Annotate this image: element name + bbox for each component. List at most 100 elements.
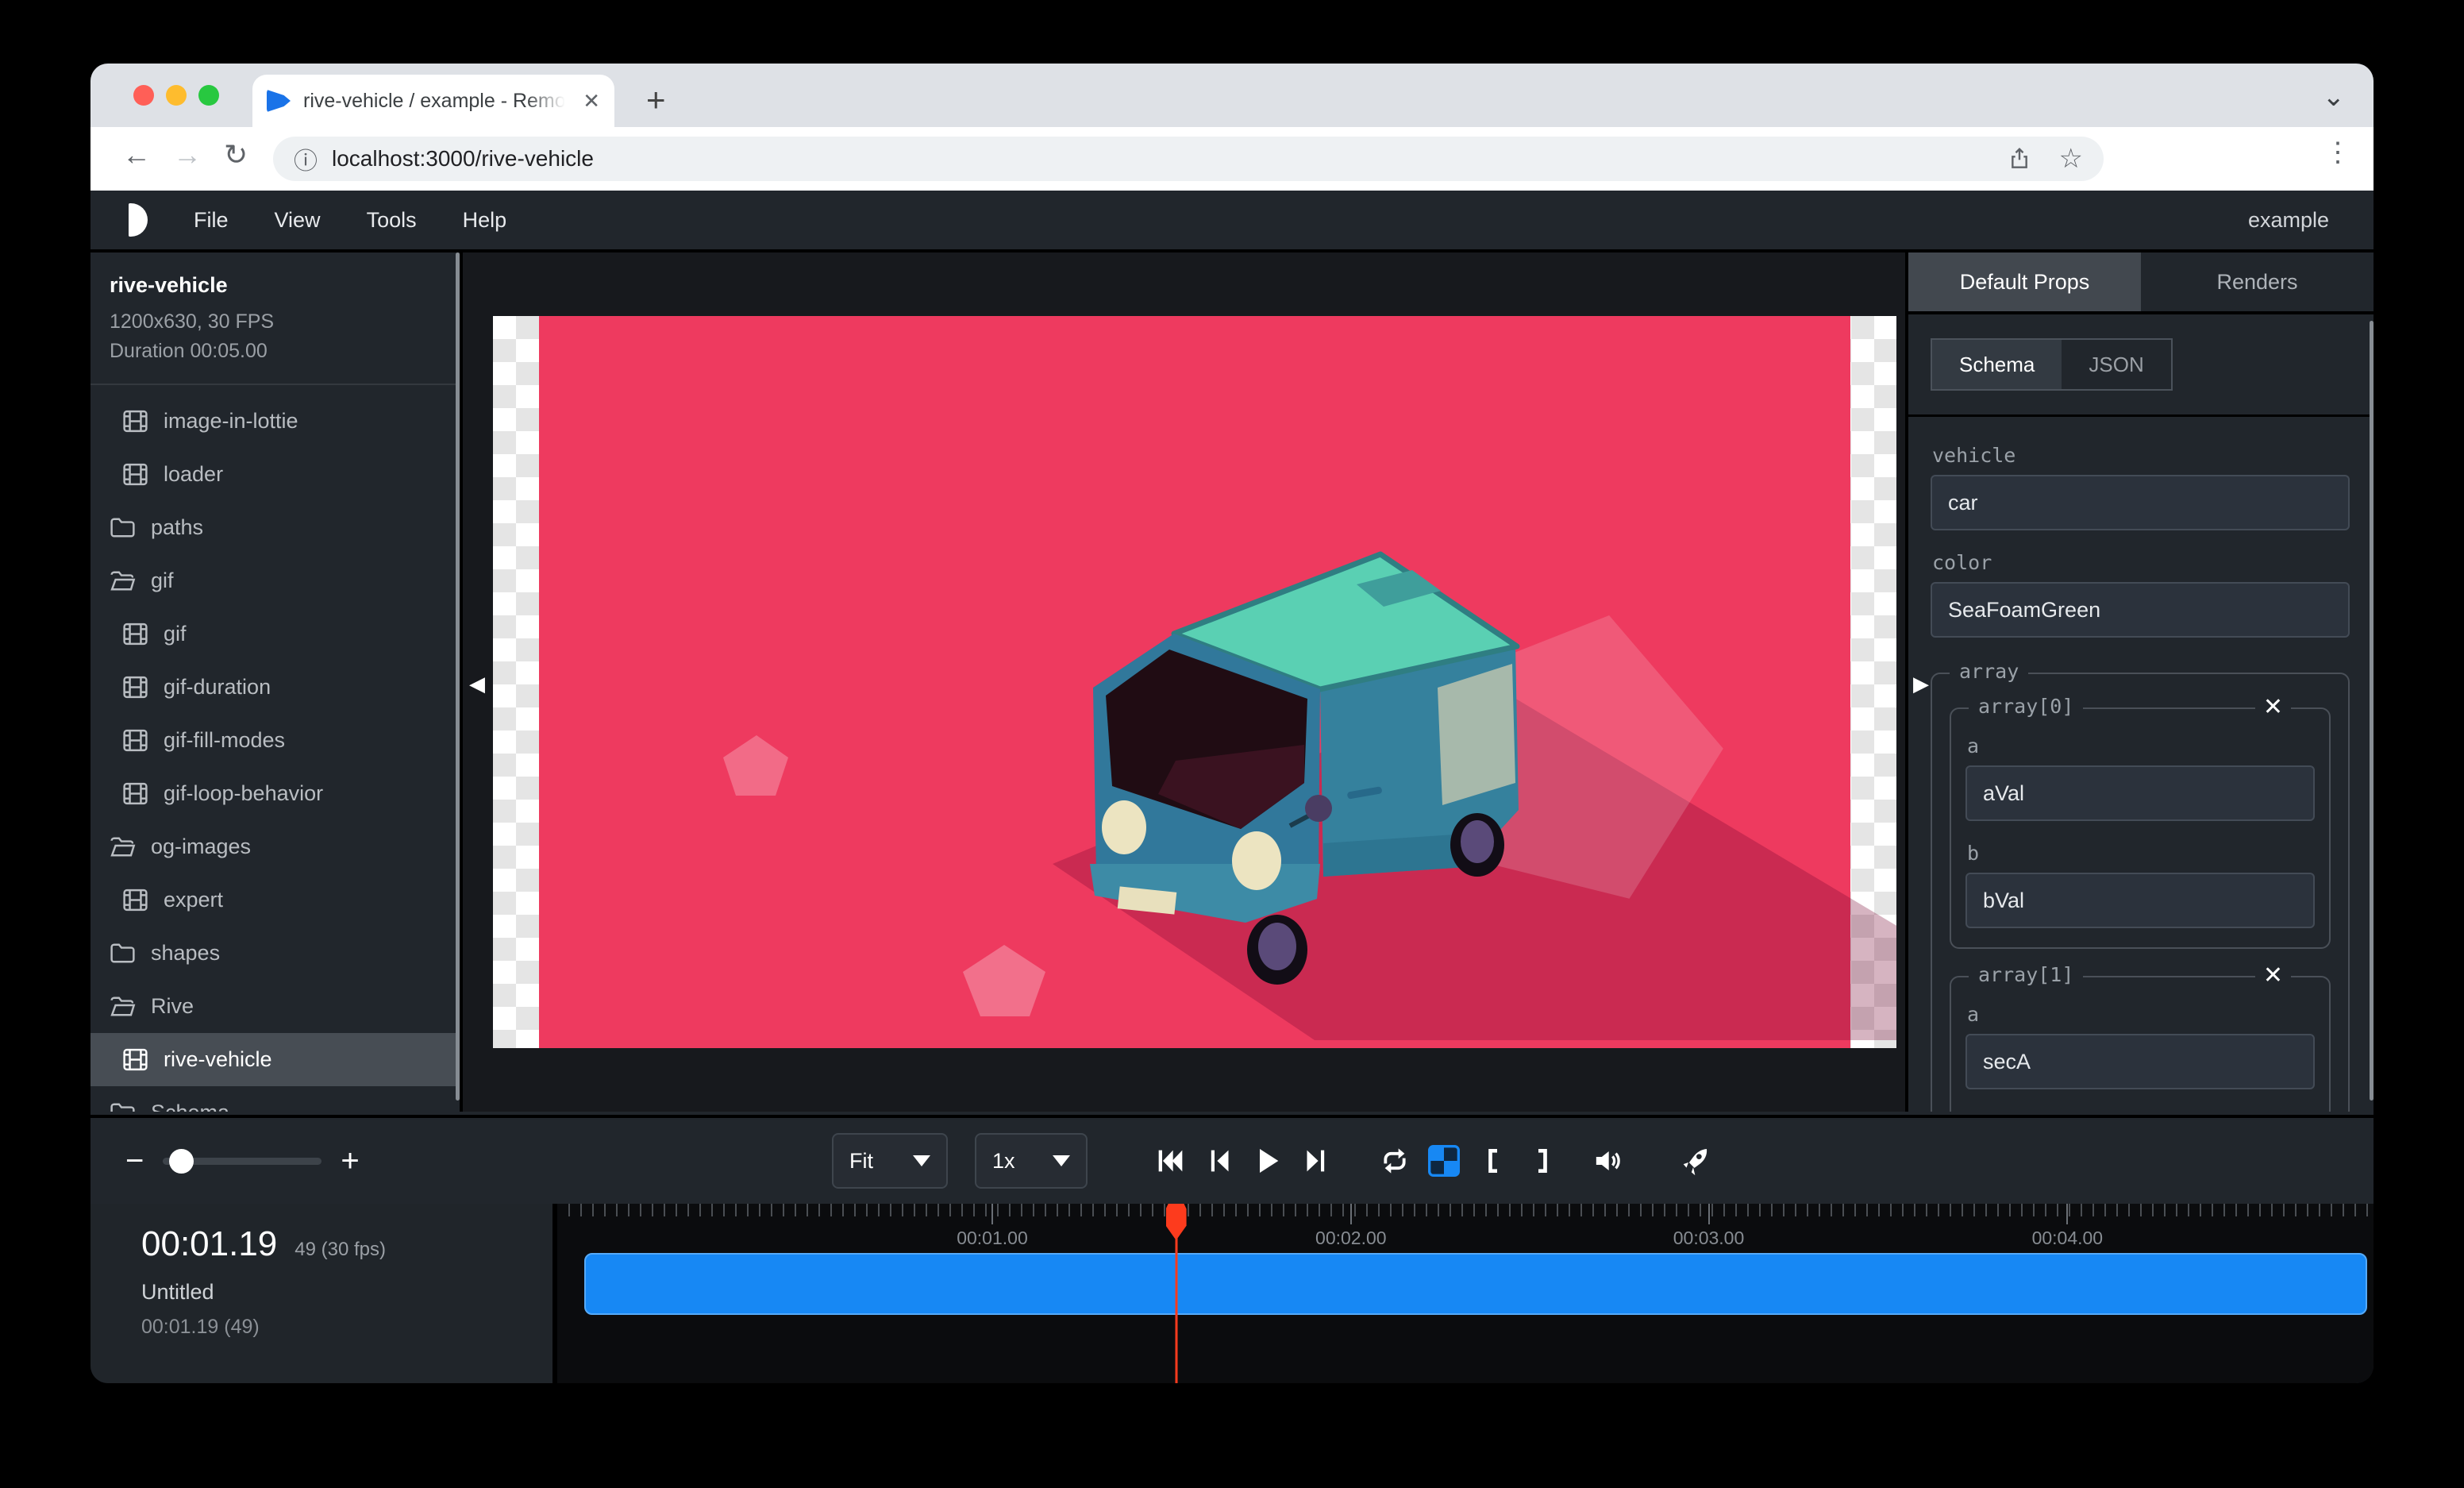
- browser-menu-icon[interactable]: ⋮: [2324, 137, 2351, 168]
- new-tab-button[interactable]: +: [646, 81, 666, 119]
- menu-view[interactable]: View: [275, 208, 321, 233]
- skip-to-start-button[interactable]: [1151, 1143, 1188, 1179]
- sidebar-item-shapes[interactable]: shapes: [90, 927, 460, 980]
- loop-button[interactable]: [1376, 1143, 1413, 1179]
- bookmark-star-icon[interactable]: ☆: [2059, 143, 2083, 175]
- tab-title: rive-vehicle / example - Remot: [303, 90, 565, 113]
- film-icon: [121, 673, 150, 702]
- app-menubar: File View Tools Help example: [90, 191, 2374, 249]
- b-label: b: [1967, 1110, 2315, 1112]
- schema-json-toggle: Schema JSON: [1931, 338, 2173, 391]
- folder-closed-icon: [108, 513, 137, 542]
- sidebar-item-label: paths: [151, 515, 203, 540]
- menu-help[interactable]: Help: [463, 208, 507, 233]
- sidebar-item-gif-fill-modes[interactable]: gif-fill-modes: [90, 714, 460, 767]
- vehicle-label: vehicle: [1932, 444, 2350, 467]
- sidebar-item-gif-duration[interactable]: gif-duration: [90, 661, 460, 714]
- sidebar-item-og-images[interactable]: og-images: [90, 820, 460, 873]
- address-bar[interactable]: ⓘ localhost:3000/rive-vehicle ☆: [273, 137, 2104, 181]
- menu-file[interactable]: File: [194, 208, 229, 233]
- fit-dropdown[interactable]: Fit: [832, 1133, 948, 1189]
- sidebar-item-gif-loop-behavior[interactable]: gif-loop-behavior: [90, 767, 460, 820]
- props-scrollbar[interactable]: [2370, 321, 2374, 1101]
- folder-open-icon: [108, 566, 137, 596]
- reload-icon[interactable]: ↻: [224, 138, 248, 172]
- sidebar-item-paths[interactable]: paths: [90, 501, 460, 554]
- sidebar-item-schema[interactable]: Schema: [90, 1086, 460, 1112]
- collapse-props-icon[interactable]: ▶: [1913, 672, 1929, 696]
- menu-tools[interactable]: Tools: [367, 208, 417, 233]
- back-icon[interactable]: ←: [122, 138, 151, 172]
- array-group: array array[0]✕abarray[1]✕ab: [1931, 673, 2350, 1112]
- tab-default-props[interactable]: Default Props: [1908, 252, 2141, 311]
- toggle-json[interactable]: JSON: [2062, 340, 2170, 389]
- rocket-button[interactable]: [1677, 1143, 1713, 1179]
- b-label: b: [1967, 842, 2315, 865]
- browser-tab[interactable]: rive-vehicle / example - Remot ✕: [252, 75, 614, 127]
- sidebar-item-label: gif-duration: [164, 675, 271, 700]
- previous-frame-button[interactable]: [1200, 1143, 1237, 1179]
- sidebar-item-label: loader: [164, 462, 223, 487]
- sidebar-item-expert[interactable]: expert: [90, 873, 460, 927]
- compositions-sidebar: rive-vehicle 1200x630, 30 FPS Duration 0…: [90, 252, 460, 1112]
- tab-renders[interactable]: Renders: [2141, 252, 2374, 311]
- playback-toolbar: − + Fit 1x: [90, 1115, 2374, 1207]
- url-text: localhost:3000/rive-vehicle: [332, 146, 594, 172]
- a-label: a: [1967, 1003, 2315, 1026]
- zoom-slider-knob[interactable]: [169, 1149, 194, 1174]
- sidebar-item-label: rive-vehicle: [164, 1047, 272, 1072]
- zoom-window-button[interactable]: [198, 85, 219, 106]
- jump-to-end-button[interactable]: [1299, 1143, 1335, 1179]
- ruler-label: 00:02.00: [1315, 1228, 1387, 1249]
- site-info-icon[interactable]: ⓘ: [294, 141, 318, 176]
- in-point-button[interactable]: [1475, 1143, 1511, 1179]
- minimize-window-button[interactable]: [166, 85, 187, 106]
- sidebar-item-rive[interactable]: Rive: [90, 980, 460, 1033]
- timeline: 00:01.19 49 (30 fps) Untitled 00:01.19 (…: [90, 1204, 2374, 1383]
- film-icon: [121, 460, 150, 489]
- speed-value: 1x: [992, 1149, 1015, 1174]
- sidebar-item-loader[interactable]: loader: [90, 448, 460, 501]
- sidebar-item-label: image-in-lottie: [164, 409, 298, 434]
- share-icon[interactable]: [2007, 146, 2032, 172]
- color-input[interactable]: [1931, 582, 2350, 638]
- timeline-track-bar[interactable]: [584, 1253, 2367, 1315]
- vehicle-animation: [493, 316, 1896, 1048]
- folder-closed-icon: [108, 939, 137, 968]
- sidebar-item-gif[interactable]: gif: [90, 607, 460, 661]
- a-input[interactable]: [1965, 765, 2315, 821]
- array-item-legend: array[0]: [1969, 695, 2083, 718]
- sidebar-item-image-in-lottie[interactable]: image-in-lottie: [90, 395, 460, 448]
- b-input[interactable]: [1965, 873, 2315, 928]
- remove-array-item-button[interactable]: ✕: [2255, 962, 2291, 990]
- transparency-checkerboard-button[interactable]: [1426, 1143, 1462, 1179]
- close-window-button[interactable]: [133, 85, 154, 106]
- timeline-track-area[interactable]: 00:01.0000:02.0000:03.0000:04.00: [562, 1204, 2374, 1383]
- sidebar-item-rive-vehicle[interactable]: rive-vehicle: [90, 1033, 460, 1086]
- forward-icon[interactable]: →: [173, 138, 202, 172]
- project-header: rive-vehicle 1200x630, 30 FPS Duration 0…: [90, 252, 460, 385]
- a-input[interactable]: [1965, 1034, 2315, 1089]
- zoom-in-icon[interactable]: +: [341, 1143, 359, 1179]
- play-button[interactable]: [1249, 1143, 1286, 1179]
- ruler-label: 00:04.00: [2032, 1228, 2104, 1249]
- film-icon: [121, 885, 150, 915]
- vehicle-input[interactable]: [1931, 475, 2350, 530]
- tab-search-chevron-icon[interactable]: ⌄: [2323, 81, 2346, 113]
- volume-button[interactable]: [1589, 1143, 1626, 1179]
- transport-controls: [1151, 1118, 1713, 1204]
- current-timecode: 00:01.19: [141, 1224, 277, 1264]
- props-form: vehiclecolor array array[0]✕abarray[1]✕a…: [1908, 417, 2374, 1112]
- toggle-schema[interactable]: Schema: [1932, 340, 2062, 389]
- remove-array-item-button[interactable]: ✕: [2255, 693, 2291, 722]
- out-point-button[interactable]: [1524, 1143, 1561, 1179]
- collapse-sidebar-icon[interactable]: ◀: [469, 672, 485, 696]
- speed-dropdown[interactable]: 1x: [975, 1133, 1088, 1189]
- composition-list: image-in-lottie loader paths gifgif gif-dura…: [90, 385, 460, 1112]
- sidebar-item-gif[interactable]: gif: [90, 554, 460, 607]
- zoom-out-icon[interactable]: −: [125, 1143, 144, 1179]
- tab-close-icon[interactable]: ✕: [583, 89, 600, 114]
- film-icon: [121, 407, 150, 436]
- zoom-slider[interactable]: [163, 1158, 321, 1165]
- folder-open-icon: [108, 992, 137, 1021]
